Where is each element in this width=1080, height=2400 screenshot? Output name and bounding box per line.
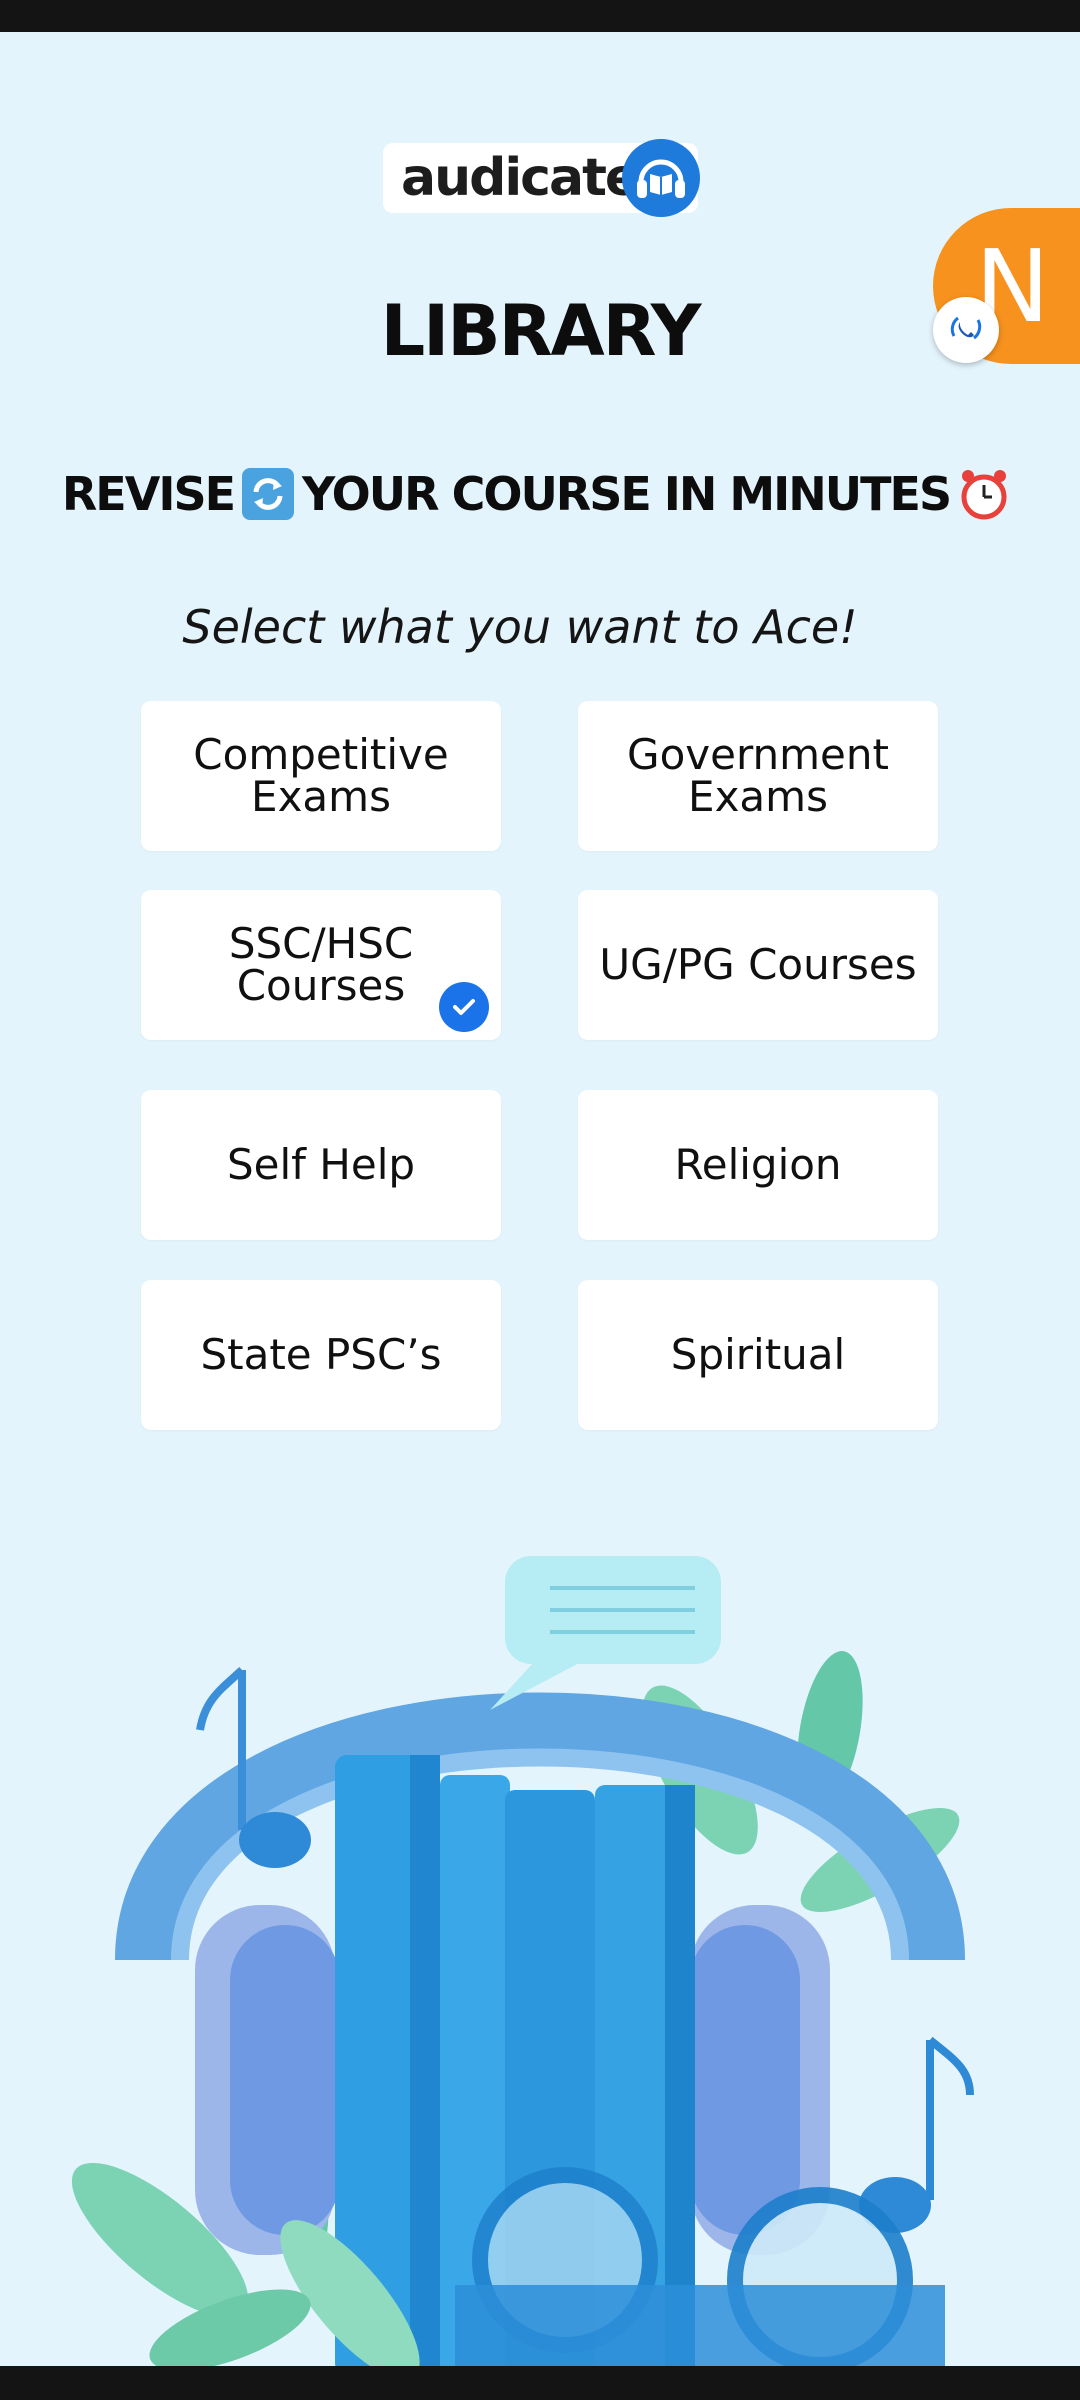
category-state-pscs[interactable]: State PSC’s bbox=[141, 1280, 501, 1430]
category-ssc-hsc-courses[interactable]: SSC/HSC Courses bbox=[141, 890, 501, 1040]
category-label: Government Exams bbox=[627, 730, 889, 821]
category-label: Self Help bbox=[226, 1140, 416, 1189]
category-religion[interactable]: Religion bbox=[578, 1090, 938, 1240]
logo-text: audicate bbox=[401, 148, 640, 208]
check-circle-icon bbox=[439, 982, 489, 1032]
category-label: UG/PG Courses bbox=[599, 940, 917, 989]
headphones-books-illustration bbox=[0, 1540, 1080, 2380]
category-label: SSC/HSC Courses bbox=[228, 919, 414, 1010]
prompt-subtitle: Select what you want to Ace! bbox=[182, 600, 858, 654]
page-title: LIBRARY bbox=[380, 290, 702, 372]
tagline: REVISE YOUR COURSE IN MINUTES bbox=[0, 462, 1080, 526]
alarm-clock-icon bbox=[956, 466, 1012, 522]
category-label: Spiritual bbox=[670, 1330, 846, 1379]
refresh-icon bbox=[240, 466, 296, 522]
status-bar bbox=[0, 0, 1080, 32]
category-label: Religion bbox=[674, 1140, 842, 1189]
headphones-book-icon bbox=[622, 139, 700, 217]
category-spiritual[interactable]: Spiritual bbox=[578, 1280, 938, 1430]
navigation-bar bbox=[0, 2366, 1080, 2400]
category-competitive-exams[interactable]: Competitive Exams bbox=[141, 701, 501, 851]
app-logo: audicate bbox=[383, 139, 700, 217]
category-label: State PSC’s bbox=[200, 1330, 442, 1379]
tagline-part1: REVISE bbox=[61, 467, 236, 521]
category-label: Competitive Exams bbox=[193, 730, 449, 821]
category-ug-pg-courses[interactable]: UG/PG Courses bbox=[578, 890, 938, 1040]
tagline-part2: YOUR COURSE IN MINUTES bbox=[302, 467, 952, 521]
category-self-help[interactable]: Self Help bbox=[141, 1090, 501, 1240]
category-government-exams[interactable]: Government Exams bbox=[578, 701, 938, 851]
